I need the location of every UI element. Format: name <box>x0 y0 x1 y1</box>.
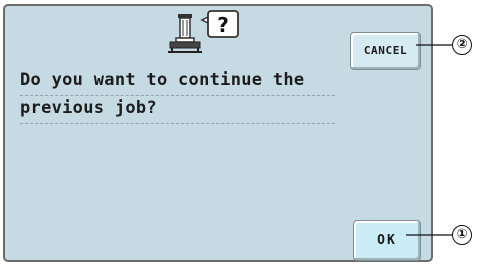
message-line-1: Do you want to continue the <box>20 68 335 96</box>
dialog-panel: ? Do you want to continue the previous j… <box>3 4 433 262</box>
ok-button[interactable]: OK <box>353 220 421 261</box>
embroidery-machine-question-icon: ? <box>158 8 254 56</box>
callout-marker-cancel: ② <box>452 35 472 55</box>
callout-marker-ok: ① <box>452 225 472 245</box>
question-mark-glyph: ? <box>217 13 229 37</box>
dialog-message: Do you want to continue the previous job… <box>20 68 335 124</box>
message-line-2: previous job? <box>20 96 335 124</box>
cancel-button[interactable]: CANCEL <box>350 32 421 70</box>
